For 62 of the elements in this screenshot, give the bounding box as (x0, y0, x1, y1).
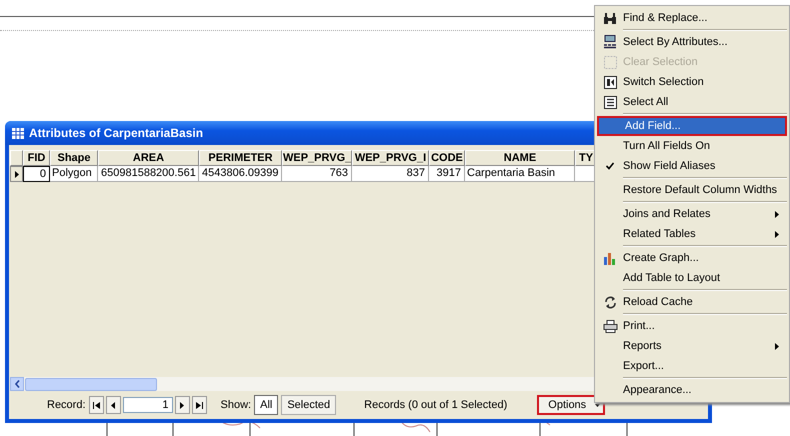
current-row-icon (14, 170, 18, 178)
menu-item[interactable]: Turn All Fields On (597, 136, 787, 156)
previous-icon (111, 402, 116, 408)
table-cell: 4543806.09399 (199, 166, 282, 182)
next-record-button[interactable] (174, 396, 190, 414)
table-icon (12, 128, 24, 138)
table-cell: 837 (352, 166, 429, 182)
table-cell: 763 (282, 166, 352, 182)
first-icon (92, 402, 100, 408)
menu-item[interactable]: Find & Replace... (597, 8, 787, 28)
scroll-left-button[interactable] (10, 377, 24, 391)
chevron-left-icon (14, 380, 20, 388)
binoculars-icon (603, 12, 617, 24)
column-header[interactable]: WEP_PRVG_I (352, 150, 429, 166)
column-header[interactable]: NAME (465, 150, 575, 166)
column-header[interactable]: PERIMETER (199, 150, 282, 166)
record-label: Record: (47, 399, 86, 411)
menu-item[interactable]: Show Field Aliases (597, 156, 787, 176)
clear-selection-icon (604, 56, 616, 68)
reload-icon (604, 296, 616, 308)
menu-item[interactable]: Add Table to Layout (597, 268, 787, 288)
show-toggle[interactable]: All (254, 395, 278, 415)
table-cell: 650981588200.561 (98, 166, 199, 182)
menu-item[interactable]: Add Field... (597, 116, 787, 136)
column-header[interactable]: WEP_PRVG_ (282, 150, 352, 166)
column-header[interactable]: Shape (50, 150, 98, 166)
menu-item[interactable]: Print... (597, 316, 787, 336)
table-cell: Polygon (50, 166, 98, 182)
last-icon (196, 402, 203, 408)
menu-item[interactable]: Select All (597, 92, 787, 112)
menu-item[interactable]: Reload Cache (597, 292, 787, 312)
sql-icon (603, 35, 617, 49)
table-cell: 3917 (429, 166, 465, 182)
scroll-thumb[interactable] (25, 378, 157, 390)
menu-item[interactable]: Joins and Relates (597, 204, 787, 224)
bar-chart-icon (603, 252, 617, 264)
column-header[interactable]: FID (23, 150, 50, 166)
menu-item[interactable]: Export... (597, 356, 787, 376)
menu-item[interactable]: Related Tables (597, 224, 787, 244)
first-record-button[interactable] (88, 396, 104, 414)
menu-item[interactable]: Reports (597, 336, 787, 356)
records-status: Records (0 out of 1 Selected) (364, 399, 508, 411)
row-selector[interactable] (10, 166, 23, 182)
menu-item[interactable]: Switch Selection (597, 72, 787, 92)
record-number-field[interactable]: 1 (122, 397, 173, 413)
list-icon (604, 96, 616, 108)
last-record-button[interactable] (192, 396, 207, 414)
next-icon (180, 402, 184, 408)
switch-selection-icon (604, 76, 616, 88)
options-button[interactable]: Options (537, 395, 606, 415)
show-toggle[interactable]: Selected (281, 395, 336, 415)
menu-item[interactable]: Create Graph... (597, 248, 787, 268)
window-title: Attributes of CarpentariaBasin (29, 126, 204, 140)
table-cell: Carpentaria Basin (465, 166, 575, 182)
menu-item[interactable]: Select By Attributes... (597, 32, 787, 52)
printer-icon (602, 320, 618, 332)
column-header[interactable]: AREA (98, 150, 199, 166)
show-label: Show: (220, 399, 252, 411)
previous-record-button[interactable] (106, 396, 121, 414)
table-cell: 0 (23, 166, 50, 182)
column-header[interactable]: CODE (429, 150, 465, 166)
menu-item[interactable]: Restore Default Column Widths (597, 180, 787, 200)
